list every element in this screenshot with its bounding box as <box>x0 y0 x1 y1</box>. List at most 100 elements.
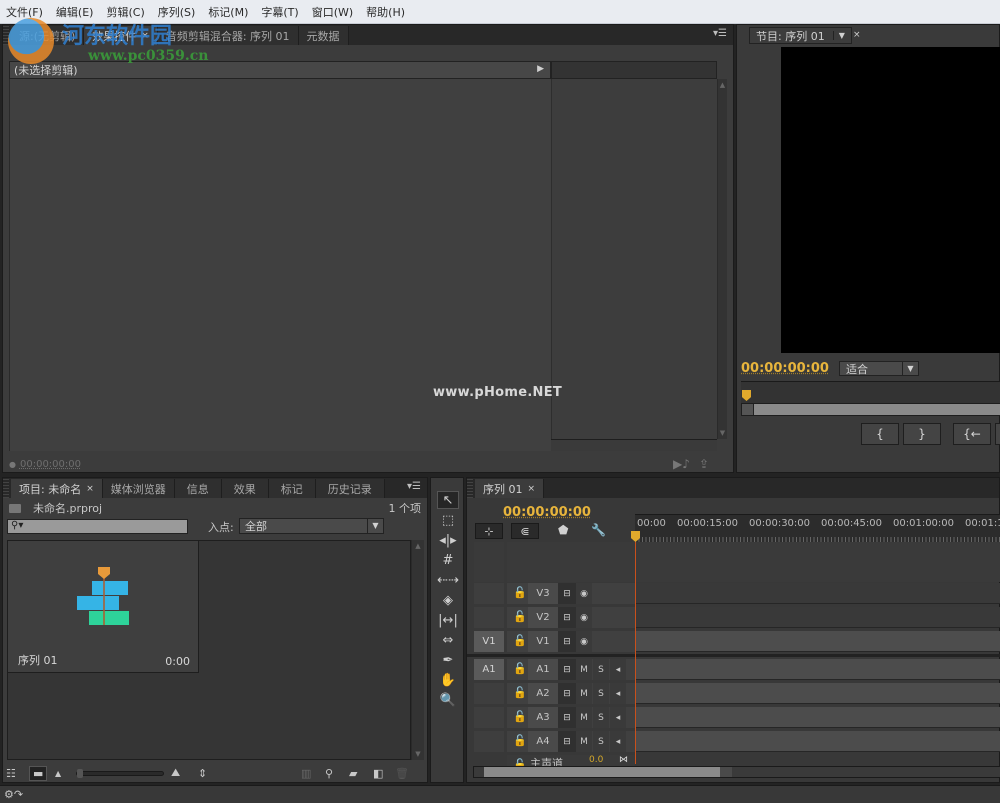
program-zoom-scrollbar[interactable] <box>741 403 1000 416</box>
snap-button[interactable]: ⋐ <box>511 523 539 539</box>
panel-grip[interactable] <box>3 479 9 498</box>
lock-icon[interactable]: 🔓 <box>513 734 527 747</box>
voiceover-icon[interactable]: ◂ <box>610 659 626 680</box>
tab-audio-clip-mixer[interactable]: 音频剪辑混合器: 序列 01 <box>157 26 299 45</box>
gear-icon[interactable]: ⚙↷ <box>4 788 23 801</box>
scroll-grip[interactable] <box>720 767 732 777</box>
icon-view-icon[interactable]: ▬ <box>29 765 48 781</box>
track-name[interactable]: A3 <box>528 707 558 728</box>
scroll-up-icon[interactable]: ▲ <box>412 542 424 550</box>
tab-effects[interactable]: 效果 <box>221 479 269 498</box>
new-item-icon[interactable]: ◧ <box>373 767 383 780</box>
source-patch[interactable] <box>474 583 504 604</box>
track-name[interactable]: A2 <box>528 683 558 704</box>
tab-media-browser[interactable]: 媒体浏览器 <box>102 479 175 498</box>
lock-icon[interactable]: 🔓 <box>513 634 527 647</box>
playhead-icon[interactable] <box>742 390 751 401</box>
voiceover-icon[interactable]: ◂ <box>610 707 626 728</box>
rate-stretch-tool-icon[interactable]: ⇠⇢ <box>437 571 459 589</box>
slider-knob[interactable] <box>77 769 83 778</box>
menu-window[interactable]: 窗口(W) <box>312 4 353 20</box>
track-content[interactable] <box>636 731 1000 752</box>
sync-lock-icon[interactable]: ⊟ <box>558 707 576 728</box>
close-icon[interactable]: × <box>528 484 536 494</box>
source-patch[interactable] <box>474 707 504 728</box>
program-time-ruler[interactable] <box>741 381 1000 405</box>
scroll-up-icon[interactable]: ▲ <box>718 81 727 89</box>
rolling-edit-tool-icon[interactable]: # <box>437 551 459 569</box>
menu-title[interactable]: 字幕(T) <box>261 4 298 20</box>
search-icon[interactable]: ⚲▾ <box>11 520 23 531</box>
source-patch[interactable] <box>474 683 504 704</box>
tab-history[interactable]: 历史记录 <box>315 479 385 498</box>
scroll-down-icon[interactable]: ▼ <box>718 429 727 437</box>
track-name[interactable]: A4 <box>528 731 558 752</box>
scroll-thumb[interactable] <box>484 767 720 777</box>
sync-lock-icon[interactable]: ⊟ <box>558 631 576 652</box>
track-name[interactable]: V1 <box>528 631 558 652</box>
effects-vertical-scrollbar[interactable]: ▲ ▼ <box>717 79 727 439</box>
voiceover-icon[interactable]: ◂ <box>610 731 626 752</box>
master-volume-value[interactable]: 0.0 <box>589 755 603 765</box>
menu-file[interactable]: 文件(F) <box>6 4 43 20</box>
chevron-down-icon[interactable]: ▼ <box>367 519 383 533</box>
voiceover-icon[interactable]: ◂ <box>610 683 626 704</box>
source-patch[interactable] <box>474 731 504 752</box>
mark-in-button[interactable]: { <box>861 423 899 445</box>
selection-tool-icon[interactable]: ↖ <box>437 491 459 509</box>
close-icon[interactable]: × <box>853 30 861 40</box>
master-mute-icon[interactable]: ⋈ <box>619 755 628 765</box>
track-content[interactable] <box>636 583 1000 604</box>
project-item-sequence[interactable]: 序列 01 0:00 <box>8 541 199 673</box>
ripple-edit-tool-icon[interactable]: ◂|▸ <box>437 531 459 549</box>
track-content[interactable] <box>636 707 1000 728</box>
export-icon[interactable]: ⇪ <box>699 457 709 471</box>
eye-icon[interactable]: ◉ <box>576 631 592 652</box>
mute-button[interactable]: M <box>576 683 592 704</box>
panel-menu-icon[interactable]: ▾☰ <box>407 481 421 492</box>
thumbnail-size-slider[interactable] <box>76 769 164 778</box>
go-to-in-button[interactable]: {← <box>953 423 991 445</box>
chevron-down-icon[interactable]: ▼ <box>902 362 918 375</box>
mark-out-button[interactable]: } <box>903 423 941 445</box>
video-audio-divider[interactable] <box>467 654 1000 657</box>
project-vertical-scrollbar[interactable]: ▲ ▼ <box>411 540 424 760</box>
scroll-down-icon[interactable]: ▼ <box>412 750 424 758</box>
eye-icon[interactable]: ◉ <box>576 583 592 604</box>
tab-metadata[interactable]: 元数据 <box>298 26 349 45</box>
panel-grip[interactable] <box>467 479 473 498</box>
next-button[interactable] <box>995 423 1000 445</box>
sync-lock-icon[interactable]: ⊟ <box>558 683 576 704</box>
time-ruler[interactable]: 00:00 00:00:15:00 00:00:30:00 00:00:45:0… <box>631 514 1000 542</box>
solo-button[interactable]: S <box>593 731 609 752</box>
track-content[interactable] <box>636 683 1000 704</box>
zoom-out-icon[interactable]: ▲ <box>55 769 61 778</box>
wrench-icon[interactable]: 🔧 <box>591 523 606 537</box>
nest-sequence-button[interactable]: ⊹ <box>475 523 503 539</box>
close-icon[interactable]: × <box>86 484 94 494</box>
sync-lock-icon[interactable]: ⊟ <box>558 659 576 680</box>
lock-icon[interactable]: 🔓 <box>513 758 527 766</box>
track-content[interactable] <box>636 631 1000 652</box>
tab-project[interactable]: 项目: 未命名 × <box>11 479 103 498</box>
chevron-down-icon[interactable]: ▼ <box>832 31 845 40</box>
search-input[interactable]: ⚲▾ <box>7 519 188 534</box>
track-name[interactable]: V3 <box>528 583 558 604</box>
solo-button[interactable]: S <box>593 683 609 704</box>
trash-icon[interactable]: 🗑 <box>395 767 409 780</box>
lock-icon[interactable]: 🔓 <box>513 686 527 699</box>
automate-to-sequence-icon[interactable]: ▥ <box>301 767 311 780</box>
lock-icon[interactable]: 🔓 <box>513 610 527 623</box>
lock-icon[interactable]: 🔓 <box>513 586 527 599</box>
playhead-line[interactable] <box>635 542 636 764</box>
sync-lock-icon[interactable]: ⊟ <box>558 607 576 628</box>
razor-tool-icon[interactable]: ◈ <box>437 591 459 609</box>
effects-timecode[interactable]: 00:00:00:00 <box>20 459 81 470</box>
tab-info[interactable]: 信息 <box>174 479 222 498</box>
add-marker-icon[interactable]: ⬟ <box>558 523 568 537</box>
menu-help[interactable]: 帮助(H) <box>366 4 405 20</box>
lock-icon[interactable]: 🔓 <box>513 662 527 675</box>
expand-arrow-icon[interactable]: ▶ <box>537 64 544 74</box>
scroll-thumb[interactable] <box>742 404 754 415</box>
zoom-tool-icon[interactable]: 🔍 <box>437 691 459 709</box>
